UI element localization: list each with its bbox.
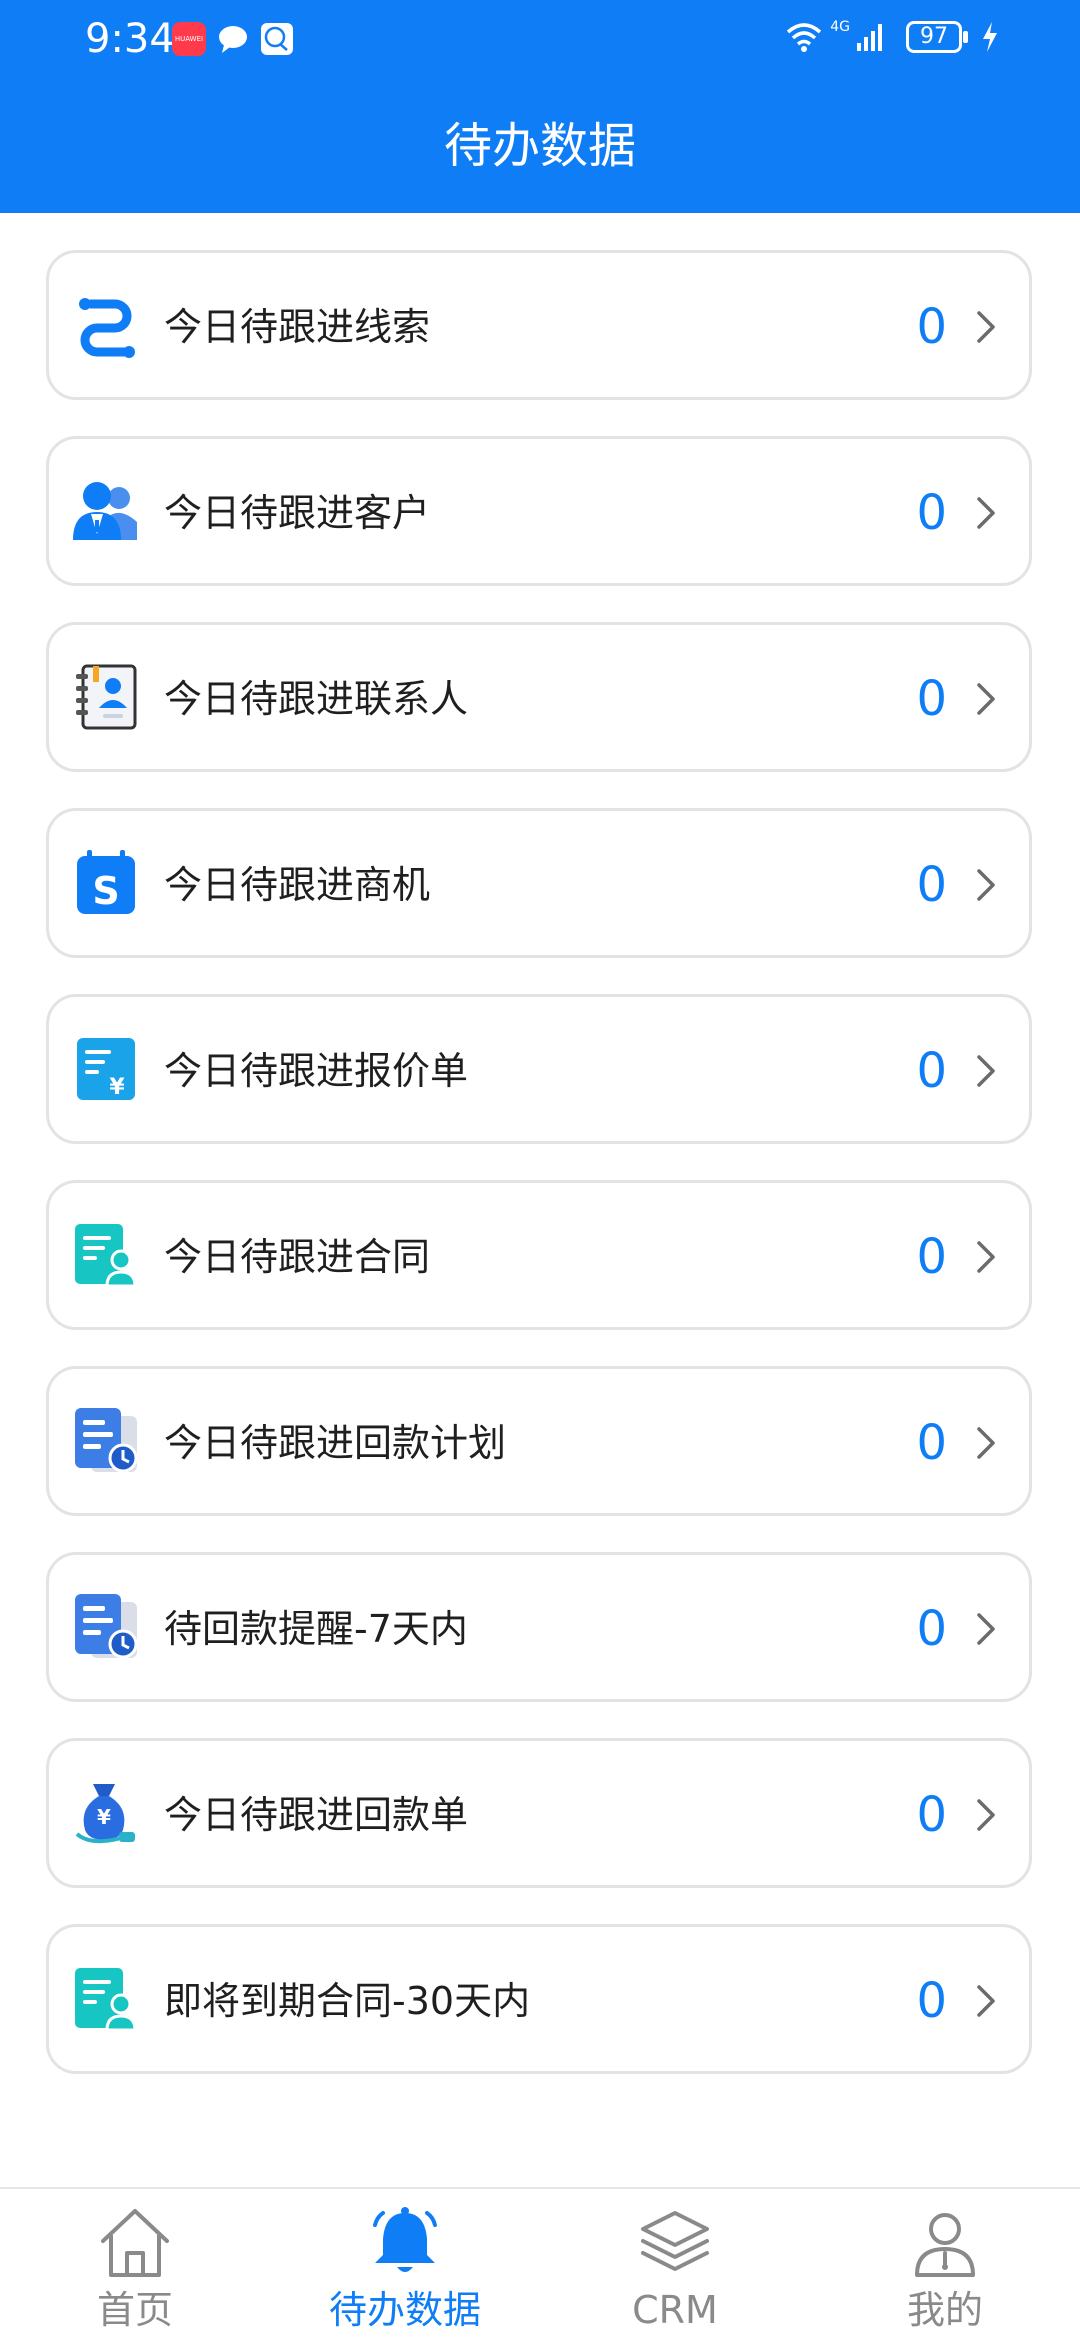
todo-item-count: 0 [916,1229,947,1285]
todo-item-count: 0 [916,299,947,355]
todo-item-label: 今日待跟进商机 [164,863,431,907]
contract-icon [75,1968,137,2032]
home-icon [101,2209,169,2277]
todo-item-opportunity[interactable]: S 今日待跟进商机 0 [46,808,1032,958]
notification-icons: HUAWEI [172,22,294,56]
todo-item-customers[interactable]: 今日待跟进客户 0 [46,436,1032,586]
todo-item-contacts[interactable]: 今日待跟进联系人 0 [46,622,1032,772]
huawei-app-icon: HUAWEI [172,22,206,56]
todo-item-label: 今日待跟进线索 [164,305,431,349]
nav-todo[interactable]: 待办数据 [270,2189,540,2342]
todo-item-label: 今日待跟进联系人 [164,677,469,721]
chevron-right-icon [977,1985,995,2017]
todo-item-count: 0 [916,1601,947,1657]
status-bar: 9:34 HUAWEI 4G 97 [0,0,1080,80]
todo-item-payment-plan[interactable]: 今日待跟进回款计划 0 [46,1366,1032,1516]
quotation-icon: ¥ [77,1038,135,1100]
customers-icon [73,482,137,540]
todo-item-count: 0 [916,857,947,913]
chevron-right-icon [977,1613,995,1645]
charging-icon [983,22,997,52]
nav-label: CRM [632,2288,718,2332]
nav-label: 我的 [906,2288,983,2332]
todo-item-label: 今日待跟进回款计划 [164,1421,507,1465]
user-icon [915,2213,975,2277]
nav-label: 首页 [96,2288,173,2332]
svg-text:¥: ¥ [109,1075,125,1100]
chat-app-icon [261,23,293,55]
nav-mine[interactable]: 我的 [810,2189,1080,2342]
message-icon [219,26,247,53]
todo-list: 今日待跟进线索 0 今日待跟进客户 0 今日待跟进联系人 0 S 今日待跟进商机… [46,250,1032,2110]
todo-item-payment-reminder[interactable]: 待回款提醒-7天内 0 [46,1552,1032,1702]
todo-item-label: 今日待跟进回款单 [164,1793,469,1837]
todo-item-count: 0 [916,1043,947,1099]
bell-icon [373,2207,437,2272]
nav-crm[interactable]: CRM [540,2189,810,2342]
layers-icon [641,2211,709,2271]
app-header: 9:34 HUAWEI 4G 97 待办数据 [0,0,1080,213]
todo-item-expiring-contract[interactable]: 即将到期合同-30天内 0 [46,1924,1032,2074]
network-type: 4G [830,19,850,35]
battery-indicator: 97 [906,21,968,53]
bottom-nav: 首页 待办数据 CRM 我的 [0,2187,1080,2340]
leads-icon [79,298,135,358]
todo-item-leads[interactable]: 今日待跟进线索 0 [46,250,1032,400]
chevron-right-icon [977,683,995,715]
chevron-right-icon [977,497,995,529]
system-icons: 4G 97 [784,19,1000,54]
chevron-right-icon [977,311,995,343]
todo-item-count: 0 [916,1973,947,2029]
todo-item-count: 0 [916,485,947,541]
todo-item-count: 0 [916,671,947,727]
contract-icon [75,1224,137,1288]
chevron-right-icon [977,869,995,901]
todo-item-label: 今日待跟进报价单 [164,1049,469,1093]
wifi-icon [787,23,822,52]
todo-item-contract[interactable]: 今日待跟进合同 0 [46,1180,1032,1330]
chevron-right-icon [977,1241,995,1273]
signal-icon [857,24,882,51]
todo-item-count: 0 [916,1415,947,1471]
todo-item-label: 今日待跟进合同 [164,1235,431,1279]
todo-item-label: 即将到期合同-30天内 [164,1979,531,2023]
chevron-right-icon [977,1055,995,1087]
opportunity-icon: S [77,850,135,914]
svg-text:¥: ¥ [97,1805,111,1829]
todo-item-count: 0 [916,1787,947,1843]
payment-plan-icon [75,1408,138,1473]
chevron-right-icon [977,1799,995,1831]
page-title: 待办数据 [443,118,636,174]
money-bag-icon: ¥ [75,1784,135,1844]
todo-item-payment-receipt[interactable]: ¥ 今日待跟进回款单 0 [46,1738,1032,1888]
chevron-right-icon [977,1427,995,1459]
nav-label: 待办数据 [328,2288,481,2332]
todo-item-label: 今日待跟进客户 [164,491,431,535]
status-time: 9:34 [85,16,175,62]
payment-plan-icon [75,1594,138,1659]
todo-item-quotation[interactable]: ¥ 今日待跟进报价单 0 [46,994,1032,1144]
todo-item-label: 待回款提醒-7天内 [164,1607,468,1651]
nav-home[interactable]: 首页 [0,2189,270,2342]
svg-text:S: S [92,869,119,913]
contacts-icon [76,664,137,730]
